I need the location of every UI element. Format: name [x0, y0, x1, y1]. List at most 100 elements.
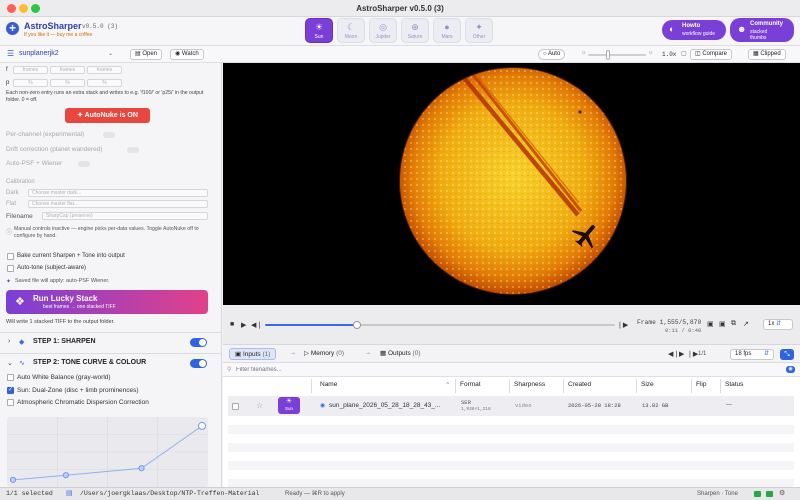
frames-input-2[interactable]: frames — [50, 66, 85, 74]
column-divider — [691, 379, 692, 393]
auto-button[interactable]: ○ Auto — [538, 49, 566, 60]
column-header-flip[interactable]: Flip — [696, 381, 706, 388]
tab-memory[interactable]: ▷ Memory (0) — [299, 348, 349, 360]
compare-button[interactable]: ◫ Compare — [690, 49, 733, 60]
auto-psf-label: Auto-PSF + Wiener — [6, 160, 63, 167]
tone-curve-editor[interactable] — [7, 417, 208, 487]
play-icon[interactable]: ▶ — [241, 321, 246, 329]
table-row[interactable]: ☆ ☀ Sun ◉ sun_plane_2026_05_28_18_28_43_… — [228, 396, 794, 416]
divider — [0, 353, 221, 354]
tone-curve-point[interactable] — [138, 465, 145, 472]
adc-checkbox[interactable] — [7, 399, 14, 406]
open-button[interactable]: ▤ Open — [130, 49, 163, 60]
step1-toggle[interactable] — [190, 338, 207, 347]
chevron-updown-icon: ⇵ — [763, 351, 769, 357]
play-sequence-icon[interactable]: ▶ — [679, 350, 684, 358]
mark-in-icon[interactable]: ▣ — [707, 320, 714, 328]
file-tabs-bar: ▣ Inputs (1) → ▷ Memory (0) → ▦ Outputs … — [223, 345, 800, 363]
howto-button[interactable]: ◐ Howto workflow guide — [662, 20, 726, 40]
percent-input-3[interactable]: % — [87, 79, 122, 87]
watch-button[interactable]: ◉ Watch — [170, 49, 204, 60]
copy-frame-icon[interactable]: ⧉ — [731, 320, 736, 328]
target-mars-button[interactable]: ● Mars — [433, 18, 461, 43]
visible-icon[interactable]: ◉ — [320, 402, 325, 409]
export-icon[interactable]: ↗ — [743, 320, 749, 328]
close-window-button[interactable] — [7, 4, 16, 13]
step2-toggle[interactable] — [190, 359, 207, 368]
percent-input-2[interactable]: % — [50, 79, 85, 87]
clipped-button[interactable]: ▦ Clipped — [748, 49, 786, 60]
percent-input-1[interactable]: % — [13, 79, 48, 87]
target-jupiter-button[interactable]: ◎ Jupiter — [369, 18, 397, 43]
lucky-stack-subtitle: best frames → one stacked TIFF — [43, 304, 116, 310]
tone-curve-point[interactable] — [62, 472, 70, 479]
project-selector[interactable]: sunplanerjk2 — [19, 50, 59, 57]
zoom-slider-thumb[interactable] — [606, 50, 610, 60]
image-viewer[interactable] — [223, 63, 800, 305]
sun-icon: ☀ — [285, 398, 293, 405]
eye-filter-icon[interactable]: ◉ — [786, 366, 795, 373]
zoom-level: 1.0x — [662, 51, 677, 58]
tone-curve-point[interactable] — [9, 476, 17, 483]
folder-path[interactable]: /Users/joergklaas/Desktop/NTP-Treffen-Ma… — [80, 488, 259, 500]
step-back-icon[interactable]: ◀❘ — [251, 321, 262, 329]
tab-outputs[interactable]: ▦ Outputs (0) — [375, 348, 426, 360]
bake-checkbox[interactable] — [7, 253, 14, 260]
target-sun-button[interactable]: ☀ Sun — [305, 18, 333, 43]
target-other-button[interactable]: ✦ Other — [465, 18, 493, 43]
next-page-icon[interactable]: ❘▶ — [687, 350, 698, 358]
scrub-track[interactable] — [265, 324, 615, 326]
filter-bar: ⚲ ◉ — [223, 363, 800, 377]
run-lucky-stack-button[interactable]: ❖ Run Lucky Stack best frames → one stac… — [6, 290, 208, 314]
filter-input[interactable] — [236, 364, 776, 375]
target-badge: ☀ Sun — [278, 397, 300, 414]
prev-page-icon[interactable]: ◀❘ — [668, 350, 679, 358]
step1-header[interactable]: STEP 1: SHARPEN — [33, 338, 96, 345]
speed-dropdown[interactable]: 1x ⇵ — [763, 319, 793, 330]
step2-header[interactable]: STEP 2: TONE CURVE & COLOUR — [33, 359, 146, 366]
filename-dropdown[interactable]: SharpCap (preserve) — [42, 212, 208, 220]
dualzone-checkbox[interactable]: ✓ — [7, 387, 14, 394]
autonuke-button[interactable]: ✦ AutoNuke is ON — [65, 108, 150, 123]
column-header-created[interactable]: Created — [568, 381, 591, 388]
settings-icon[interactable]: ⚙ — [779, 488, 785, 500]
dark-frame-picker[interactable]: Choose master dark... — [28, 189, 208, 197]
autotone-checkbox[interactable] — [7, 265, 14, 272]
column-header-format[interactable]: Format — [460, 381, 481, 388]
zoom-window-button[interactable] — [31, 4, 40, 13]
coffee-link[interactable]: If you like it — buy me a coffee — [24, 32, 92, 38]
fps-dropdown[interactable]: 18 fps ⇵ — [730, 349, 774, 360]
column-header-name[interactable]: Name — [320, 381, 337, 388]
tone-curve-point[interactable] — [198, 421, 206, 430]
stop-icon[interactable]: ■ — [230, 321, 234, 328]
fit-icon[interactable]: ▢ — [681, 50, 687, 57]
chevron-down-icon[interactable]: ⌄ — [7, 359, 13, 367]
scrub-thumb[interactable] — [353, 321, 361, 329]
awb-checkbox[interactable] — [7, 374, 14, 381]
target-saturn-button[interactable]: ⊕ Saturn — [401, 18, 429, 43]
column-header-sharpness[interactable]: Sharpness — [514, 381, 545, 388]
tab-inputs[interactable]: ▣ Inputs (1) — [229, 348, 277, 360]
community-button[interactable]: ☻ Community stacked thumbs — [730, 18, 794, 42]
step-forward-icon[interactable]: ❘▶ — [617, 321, 628, 329]
column-header-status[interactable]: Status — [725, 381, 743, 388]
star-icon[interactable]: ☆ — [256, 401, 263, 410]
column-header-size[interactable]: Size — [641, 381, 654, 388]
flat-frame-picker[interactable]: Choose master flat... — [28, 200, 208, 208]
expand-icon[interactable]: ⤡ — [780, 349, 794, 360]
drift-correction-toggle[interactable] — [127, 147, 139, 153]
target-moon-button[interactable]: ☾ Moon — [337, 18, 365, 43]
frames-input-1[interactable]: frames — [13, 66, 48, 74]
auto-psf-toggle[interactable] — [78, 161, 90, 167]
mark-out-icon[interactable]: ▣ — [719, 320, 726, 328]
row-checkbox[interactable] — [232, 403, 239, 410]
tone-curve-graph[interactable] — [7, 417, 208, 487]
chevron-down-icon[interactable]: ⌄ — [108, 50, 113, 57]
chevron-right-icon[interactable]: › — [8, 338, 10, 345]
minimize-window-button[interactable] — [19, 4, 28, 13]
frames-input-3[interactable]: frames — [87, 66, 122, 74]
per-channel-toggle[interactable] — [103, 132, 115, 138]
manual-controls-note: Manual controls inactive — engine picks … — [14, 226, 199, 239]
sort-ascending-icon[interactable]: ⌃ — [445, 381, 450, 389]
zoom-slider[interactable] — [588, 54, 646, 56]
